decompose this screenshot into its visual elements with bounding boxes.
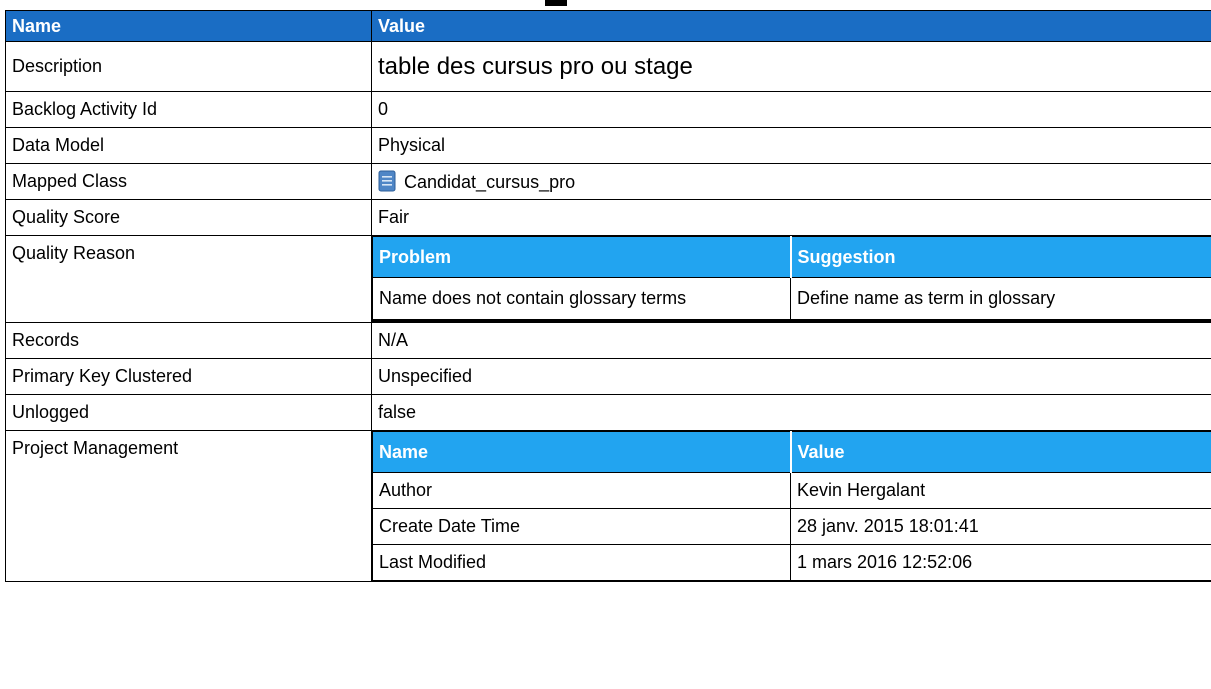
records-value: N/A [371,322,1211,359]
mapped-class-cell: Candidat_cursus_pro [371,163,1211,200]
row-records: Records N/A [5,322,1211,359]
description-label: Description [5,41,372,92]
clipped-heading-fragment [545,0,567,6]
pm-author-value: Kevin Hergalant [790,472,1211,509]
project-management-label: Project Management [5,430,372,582]
data-model-value: Physical [371,127,1211,164]
unlogged-value: false [371,394,1211,431]
pk-clustered-label: Primary Key Clustered [5,358,372,395]
pk-clustered-value: Unspecified [371,358,1211,395]
backlog-value: 0 [371,91,1211,128]
properties-page: Name Value Description table des cursus … [5,0,1211,689]
class-icon [378,170,396,192]
row-mapped-class: Mapped Class Candidat_cursus_pro [5,163,1211,200]
table-row: Last Modified 1 mars 2016 12:52:06 [372,544,1211,581]
suggestion-value: Define name as term in glossary [790,277,1211,322]
quality-score-label: Quality Score [5,199,372,236]
pm-last-modified-value: 1 mars 2016 12:52:06 [790,544,1211,581]
row-primary-key-clustered: Primary Key Clustered Unspecified [5,358,1211,395]
pm-create-date-label: Create Date Time [372,508,791,545]
row-unlogged: Unlogged false [5,394,1211,431]
quality-reason-row: Name does not contain glossary terms Def… [372,277,1211,322]
table-row: Create Date Time 28 janv. 2015 18:01:41 [372,508,1211,545]
project-management-table: Name Value Author Kevin Hergalant Create… [372,431,1211,581]
project-management-cell: Name Value Author Kevin Hergalant Create… [371,430,1211,582]
unlogged-label: Unlogged [5,394,372,431]
quality-reason-label: Quality Reason [5,235,372,323]
table-row: Author Kevin Hergalant [372,472,1211,509]
quality-reason-cell: Problem Suggestion Name does not contain… [371,235,1211,323]
data-model-label: Data Model [5,127,372,164]
row-project-management: Project Management Name Value Author Kev… [5,430,1211,582]
quality-score-value: Fair [371,199,1211,236]
properties-table: Name Value Description table des cursus … [5,10,1211,582]
row-quality-score: Quality Score Fair [5,199,1211,236]
mapped-class-link[interactable]: Candidat_cursus_pro [404,172,575,192]
backlog-label: Backlog Activity Id [5,91,372,128]
header-value: Value [371,10,1211,42]
description-value: table des cursus pro ou stage [371,41,1211,92]
row-backlog-activity-id: Backlog Activity Id 0 [5,91,1211,128]
records-label: Records [5,322,372,359]
pm-value-header: Value [790,431,1211,473]
header-name: Name [5,10,372,42]
table-header-row: Name Value [5,10,1211,42]
pm-last-modified-label: Last Modified [372,544,791,581]
problem-value: Name does not contain glossary terms [372,277,791,322]
row-quality-reason: Quality Reason Problem Suggestion Name d… [5,235,1211,323]
row-data-model: Data Model Physical [5,127,1211,164]
suggestion-header: Suggestion [790,236,1211,278]
pm-author-label: Author [372,472,791,509]
quality-reason-table: Problem Suggestion Name does not contain… [372,236,1211,322]
mapped-class-label: Mapped Class [5,163,372,200]
row-description: Description table des cursus pro ou stag… [5,41,1211,92]
pm-name-header: Name [372,431,792,473]
pm-create-date-value: 28 janv. 2015 18:01:41 [790,508,1211,545]
problem-header: Problem [372,236,792,278]
